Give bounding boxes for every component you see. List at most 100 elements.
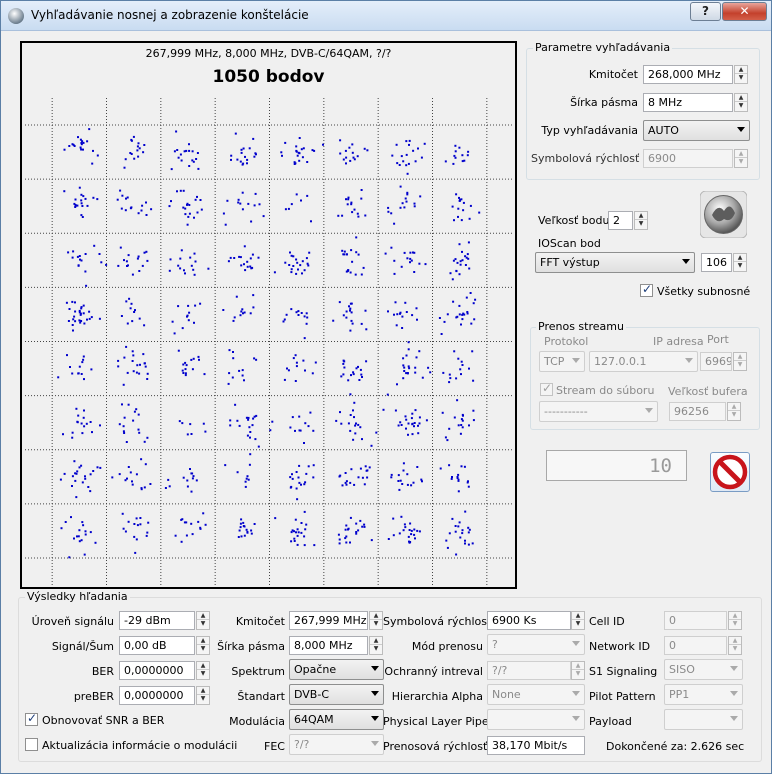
- ioscan-select[interactable]: FFT výstup: [535, 252, 695, 273]
- ber-value[interactable]: 0,0000000: [119, 661, 195, 680]
- stream-file-checkbox[interactable]: [540, 381, 553, 396]
- update-mod-checkbox[interactable]: [25, 738, 38, 751]
- fec-select[interactable]: ?/?: [289, 734, 384, 755]
- buffer-spinner[interactable]: ▲ ▼: [727, 402, 741, 421]
- spin-down-icon[interactable]: ▼: [729, 620, 741, 628]
- s1-select[interactable]: SISO: [664, 659, 743, 680]
- res-bw-value[interactable]: 8,000 MHz: [289, 636, 368, 655]
- res-sr-value[interactable]: 6900 Ks: [487, 611, 571, 630]
- netid-spinner[interactable]: ▲ ▼: [728, 636, 742, 655]
- constellation-point: [297, 476, 300, 479]
- spin-down-icon[interactable]: ▼: [370, 620, 382, 628]
- bw-input[interactable]: 8 MHz: [643, 93, 733, 112]
- spin-up-icon[interactable]: ▲: [728, 403, 740, 411]
- spin-up-icon[interactable]: ▲: [734, 254, 746, 262]
- spin-up-icon[interactable]: ▲: [735, 66, 747, 74]
- spin-down-icon[interactable]: ▼: [197, 695, 209, 703]
- spin-down-icon[interactable]: ▼: [729, 645, 741, 653]
- snr-spinner[interactable]: ▲ ▼: [196, 636, 210, 655]
- spin-down-icon[interactable]: ▼: [734, 262, 746, 270]
- res-freq-value[interactable]: 267,999 MHz: [289, 611, 368, 630]
- ioscan-num-spinner[interactable]: ▲ ▼: [733, 253, 747, 272]
- point-size-input[interactable]: 2: [608, 211, 633, 230]
- constellation-point: [239, 526, 242, 529]
- cellid-spinner[interactable]: ▲ ▼: [728, 611, 742, 630]
- constellation-point: [412, 149, 415, 152]
- all-carriers-checkbox[interactable]: [640, 282, 653, 297]
- spin-up-icon[interactable]: ▲: [197, 687, 209, 695]
- pilot-select[interactable]: PP1: [664, 684, 743, 705]
- txmode-select[interactable]: ?: [487, 634, 585, 655]
- constellation-point: [403, 523, 406, 526]
- spin-down-icon[interactable]: ▼: [635, 220, 647, 228]
- spin-up-icon[interactable]: ▲: [729, 637, 741, 645]
- buffer-input[interactable]: 96256: [669, 402, 726, 421]
- spin-down-icon[interactable]: ▼: [735, 158, 747, 166]
- freq-input[interactable]: 268,000 MHz: [643, 65, 733, 84]
- sr-spinner[interactable]: ▲ ▼: [734, 149, 748, 168]
- sr-input[interactable]: 6900: [643, 149, 733, 168]
- ber-spinner[interactable]: ▲ ▼: [196, 661, 210, 680]
- res-freq-spinner[interactable]: ▲ ▼: [369, 611, 383, 630]
- ioscan-num-input[interactable]: 106: [701, 253, 732, 272]
- spin-up-icon[interactable]: ▲: [735, 150, 747, 158]
- ip-select[interactable]: 127.0.0.1: [589, 351, 698, 372]
- spin-down-icon[interactable]: ▼: [197, 670, 209, 678]
- spin-up-icon[interactable]: ▲: [370, 637, 382, 645]
- close-button[interactable]: ✕: [722, 2, 767, 21]
- spin-up-icon[interactable]: ▲: [572, 662, 584, 670]
- bw-spinner[interactable]: ▲ ▼: [734, 93, 748, 112]
- spin-down-icon[interactable]: ▼: [734, 361, 746, 369]
- spin-down-icon[interactable]: ▼: [197, 645, 209, 653]
- standard-select[interactable]: DVB-C: [289, 684, 384, 705]
- spectrum-select[interactable]: Opačne: [289, 659, 384, 680]
- preber-spinner[interactable]: ▲ ▼: [196, 686, 210, 705]
- rate-value[interactable]: 38,170 Mbit/s: [487, 736, 585, 755]
- preber-value[interactable]: 0,0000000: [119, 686, 195, 705]
- spin-up-icon[interactable]: ▲: [370, 612, 382, 620]
- constellation-point: [349, 393, 352, 396]
- scanner-logo-icon[interactable]: [700, 191, 747, 238]
- cellid-value[interactable]: 0: [664, 611, 727, 630]
- port-input[interactable]: 6969: [700, 352, 732, 371]
- spin-up-icon[interactable]: ▲: [735, 94, 747, 102]
- snr-value[interactable]: 0,00 dB: [119, 636, 195, 655]
- guard-value[interactable]: ?/?: [487, 661, 571, 680]
- point-size-spinner[interactable]: ▲ ▼: [634, 211, 648, 230]
- spin-up-icon[interactable]: ▲: [729, 612, 741, 620]
- spin-down-icon[interactable]: ▼: [728, 411, 740, 419]
- search-type-select[interactable]: AUTO: [643, 120, 750, 141]
- help-button[interactable]: ?: [690, 2, 721, 21]
- spin-down-icon[interactable]: ▼: [197, 620, 209, 628]
- guard-spinner[interactable]: ▲ ▼: [571, 661, 585, 680]
- port-spinner[interactable]: ▲ ▼: [733, 352, 747, 371]
- freq-spinner[interactable]: ▲ ▼: [734, 65, 748, 84]
- stop-button[interactable]: [710, 452, 750, 492]
- spin-down-icon[interactable]: ▼: [735, 74, 747, 82]
- spin-up-icon[interactable]: ▲: [734, 353, 746, 361]
- constellation-point: [442, 371, 445, 374]
- stream-file-select[interactable]: -----------: [539, 401, 658, 422]
- spin-down-icon[interactable]: ▼: [735, 102, 747, 110]
- level-value[interactable]: -29 dBm: [119, 611, 195, 630]
- protocol-select[interactable]: TCP: [539, 351, 585, 372]
- res-bw-spinner[interactable]: ▲ ▼: [369, 636, 383, 655]
- refresh-snr-checkbox[interactable]: [25, 711, 38, 726]
- spin-up-icon[interactable]: ▲: [635, 212, 647, 220]
- spin-down-icon[interactable]: ▼: [370, 645, 382, 653]
- alpha-select[interactable]: None: [487, 684, 585, 705]
- modulation-select[interactable]: 64QAM: [289, 709, 384, 730]
- spin-down-icon[interactable]: ▼: [572, 670, 584, 678]
- spin-up-icon[interactable]: ▲: [572, 612, 584, 620]
- res-sr-spinner[interactable]: ▲ ▼: [571, 611, 585, 630]
- spin-down-icon[interactable]: ▼: [572, 620, 584, 628]
- spin-up-icon[interactable]: ▲: [197, 662, 209, 670]
- netid-value[interactable]: 0: [664, 636, 727, 655]
- level-spinner[interactable]: ▲ ▼: [196, 611, 210, 630]
- constellation-point: [127, 466, 130, 468]
- spin-up-icon[interactable]: ▲: [197, 637, 209, 645]
- plp-select[interactable]: [487, 709, 585, 730]
- spin-up-icon[interactable]: ▲: [197, 612, 209, 620]
- constellation-point: [244, 155, 246, 158]
- payload-select[interactable]: [664, 709, 743, 730]
